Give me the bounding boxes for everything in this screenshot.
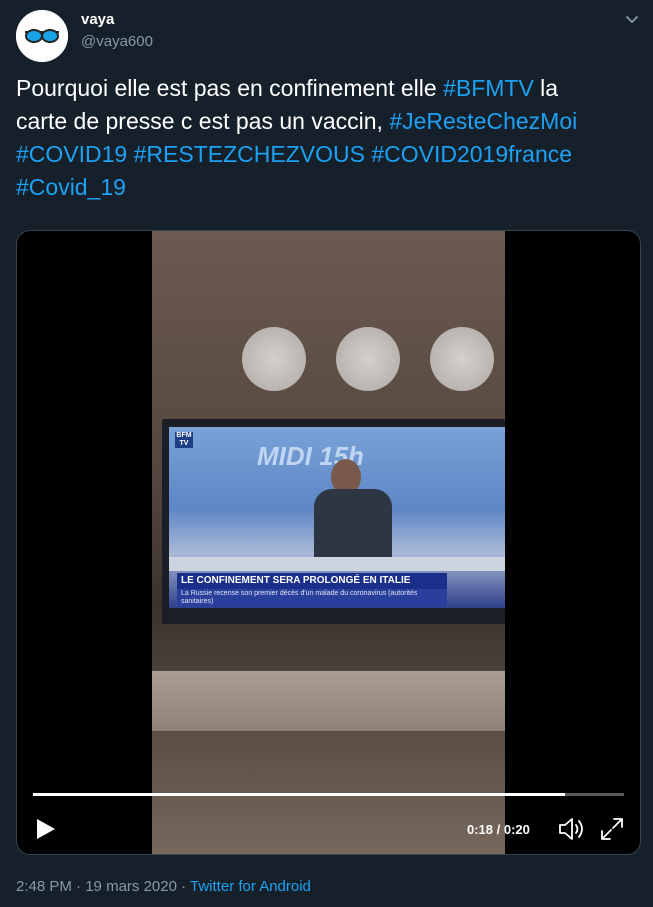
avatar[interactable] bbox=[16, 10, 68, 62]
author-handle[interactable]: @vaya600 bbox=[81, 33, 153, 50]
tweet-text-part: Pourquoi elle est pas en confinement ell… bbox=[16, 75, 444, 101]
volume-icon[interactable] bbox=[557, 816, 585, 842]
tweet-time[interactable]: 2:48 PM bbox=[16, 878, 72, 895]
fullscreen-icon[interactable] bbox=[599, 816, 625, 842]
ceiling-light bbox=[430, 327, 494, 391]
tweet-source[interactable]: Twitter for Android bbox=[190, 878, 311, 895]
hashtag-bfmtv[interactable]: #BFMTV bbox=[443, 75, 534, 101]
sunglasses-icon bbox=[16, 10, 68, 62]
hashtag-jeresteChezMoi[interactable]: #JeResteChezMoi bbox=[389, 108, 577, 134]
tweet-meta: 2:48 PM · 19 mars 2020 · Twitter for And… bbox=[16, 878, 311, 895]
video-frame: BFM TV MIDI 15h LE CONFINEMENT SERA PROL… bbox=[152, 231, 505, 854]
tweet-date[interactable]: 19 mars 2020 bbox=[85, 878, 177, 895]
chevron-down-icon[interactable] bbox=[623, 10, 641, 28]
tweet-text-part: la bbox=[533, 75, 559, 101]
ceiling-light bbox=[242, 327, 306, 391]
television: BFM TV MIDI 15h LE CONFINEMENT SERA PROL… bbox=[162, 419, 505, 624]
separator: · bbox=[71, 878, 86, 895]
video-progress-bar[interactable] bbox=[33, 793, 624, 796]
video-player[interactable]: BFM TV MIDI 15h LE CONFINEMENT SERA PROL… bbox=[16, 230, 641, 855]
tv-lower-third: LE CONFINEMENT SERA PROLONGÉ EN ITALIE bbox=[177, 573, 447, 589]
hashtag-restezchezvous[interactable]: #RESTEZCHEZVOUS bbox=[134, 141, 365, 167]
tv-screen: BFM TV MIDI 15h LE CONFINEMENT SERA PROL… bbox=[169, 427, 505, 608]
video-time: 0:18 / 0:20 bbox=[467, 822, 530, 837]
author-name[interactable]: vaya bbox=[81, 11, 114, 28]
hashtag-covid19[interactable]: #COVID19 bbox=[16, 141, 127, 167]
ceiling-light bbox=[336, 327, 400, 391]
tv-desk bbox=[169, 557, 505, 571]
hashtag-covid2019france[interactable]: #COVID2019france bbox=[371, 141, 572, 167]
tweet-text-part: carte de presse c est pas un vaccin, bbox=[16, 108, 390, 134]
hashtag-covid_19[interactable]: #Covid_19 bbox=[16, 174, 126, 200]
floor bbox=[152, 671, 505, 731]
tweet-text: Pourquoi elle est pas en confinement ell… bbox=[16, 72, 626, 204]
tv-channel-logo: BFM TV bbox=[175, 432, 193, 448]
play-icon[interactable] bbox=[35, 817, 57, 841]
video-progress-fill bbox=[33, 793, 565, 796]
tv-ticker: La Russie recense son premier décès d'un… bbox=[177, 589, 447, 607]
separator: · bbox=[176, 878, 191, 895]
